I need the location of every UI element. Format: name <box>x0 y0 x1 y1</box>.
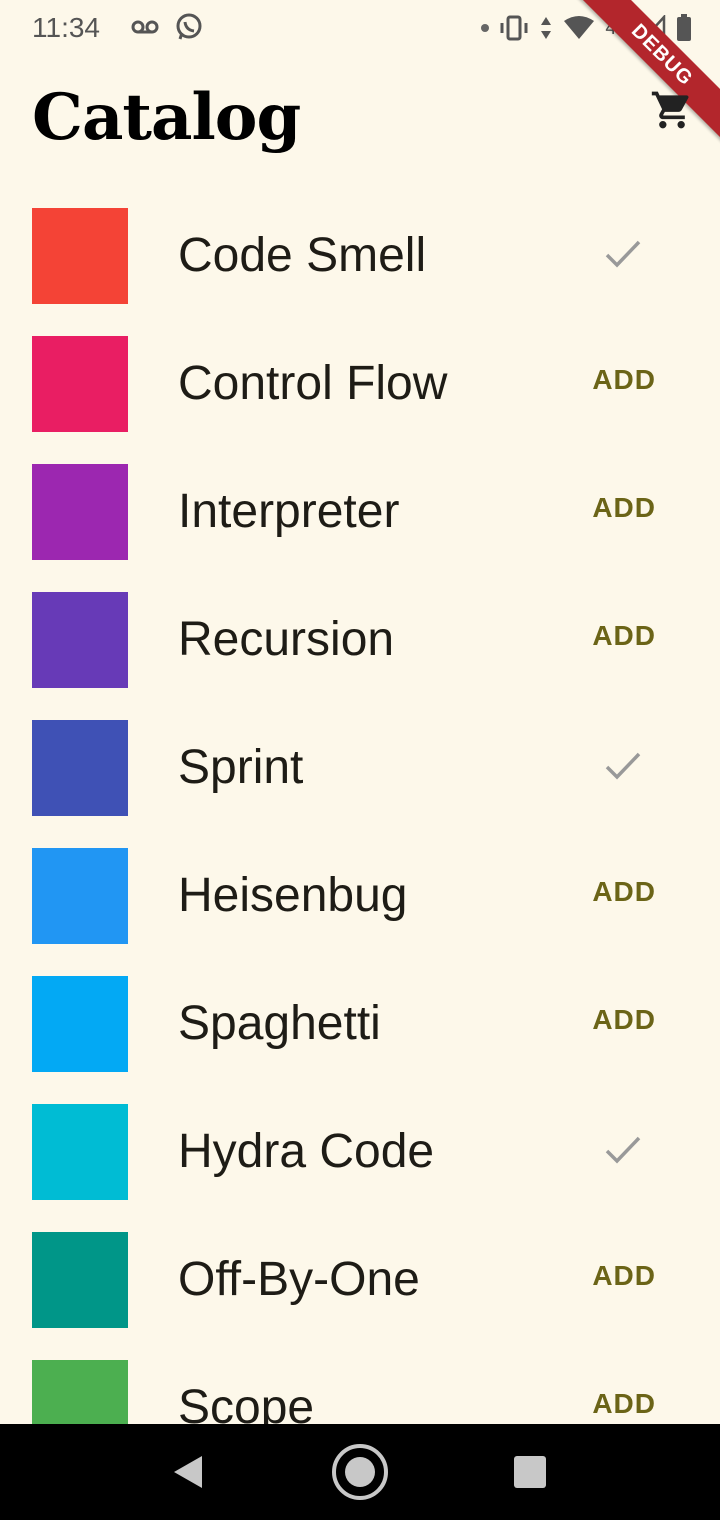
item-color-swatch <box>32 336 128 432</box>
voicemail-icon <box>131 20 159 34</box>
item-name: Spaghetti <box>178 997 381 1050</box>
list-item: Recursion ADD <box>0 576 720 704</box>
add-button[interactable]: ADD <box>592 876 656 908</box>
cart-icon <box>651 91 689 129</box>
item-color-swatch <box>32 848 128 944</box>
item-color-swatch <box>32 720 128 816</box>
list-item: Scope ADD <box>0 1344 720 1424</box>
item-color-swatch <box>32 976 128 1072</box>
status-time: 11:34 <box>32 12 100 43</box>
check-icon <box>605 1136 641 1164</box>
recents-icon[interactable] <box>514 1456 546 1488</box>
list-item: Control Flow ADD <box>0 320 720 448</box>
wifi-icon <box>564 16 595 39</box>
item-color-swatch <box>32 208 128 304</box>
item-color-swatch <box>32 464 128 560</box>
battery-icon <box>677 14 691 41</box>
item-color-swatch <box>32 592 128 688</box>
home-icon[interactable] <box>330 1442 390 1502</box>
data-arrows-icon <box>541 17 552 39</box>
item-name: Scope <box>178 1381 315 1424</box>
add-button[interactable]: ADD <box>592 364 656 396</box>
item-name: Code Smell <box>178 229 427 282</box>
list-item: Code Smell <box>0 192 720 320</box>
add-button[interactable]: ADD <box>592 1004 656 1036</box>
list-item: Off-By-One ADD <box>0 1216 720 1344</box>
item-name: Heisenbug <box>178 869 408 922</box>
vibrate-icon <box>500 15 528 41</box>
catalog-list[interactable]: Code Smell Control Flow ADD Interpreter ADD R… <box>0 192 720 1424</box>
item-name: Hydra Code <box>178 1125 435 1178</box>
cart-button[interactable] <box>648 86 696 134</box>
navigation-bar <box>0 1424 720 1520</box>
item-color-swatch <box>32 1104 128 1200</box>
list-item: Heisenbug ADD <box>0 832 720 960</box>
back-icon[interactable] <box>172 1454 204 1490</box>
item-color-swatch <box>32 1232 128 1328</box>
item-name: Interpreter <box>178 485 400 538</box>
list-item: Hydra Code <box>0 1088 720 1216</box>
whatsapp-icon <box>176 13 202 40</box>
status-left-icons <box>130 12 204 42</box>
notification-dot-icon <box>481 24 490 32</box>
item-name: Off-By-One <box>178 1253 420 1306</box>
item-name: Control Flow <box>178 357 448 410</box>
add-button[interactable]: ADD <box>592 492 656 524</box>
item-name: Sprint <box>178 741 304 794</box>
app-bar: Catalog <box>0 56 720 186</box>
check-icon <box>605 752 641 780</box>
list-item: Interpreter ADD <box>0 448 720 576</box>
list-item: Spaghetti ADD <box>0 960 720 1088</box>
item-color-swatch <box>32 1360 128 1424</box>
item-name: Recursion <box>178 613 395 666</box>
add-button[interactable]: ADD <box>592 1388 656 1420</box>
add-button[interactable]: ADD <box>592 620 656 652</box>
page-title: Catalog <box>32 80 301 155</box>
list-item: Sprint <box>0 704 720 832</box>
check-icon <box>605 240 641 268</box>
add-button[interactable]: ADD <box>592 1260 656 1292</box>
